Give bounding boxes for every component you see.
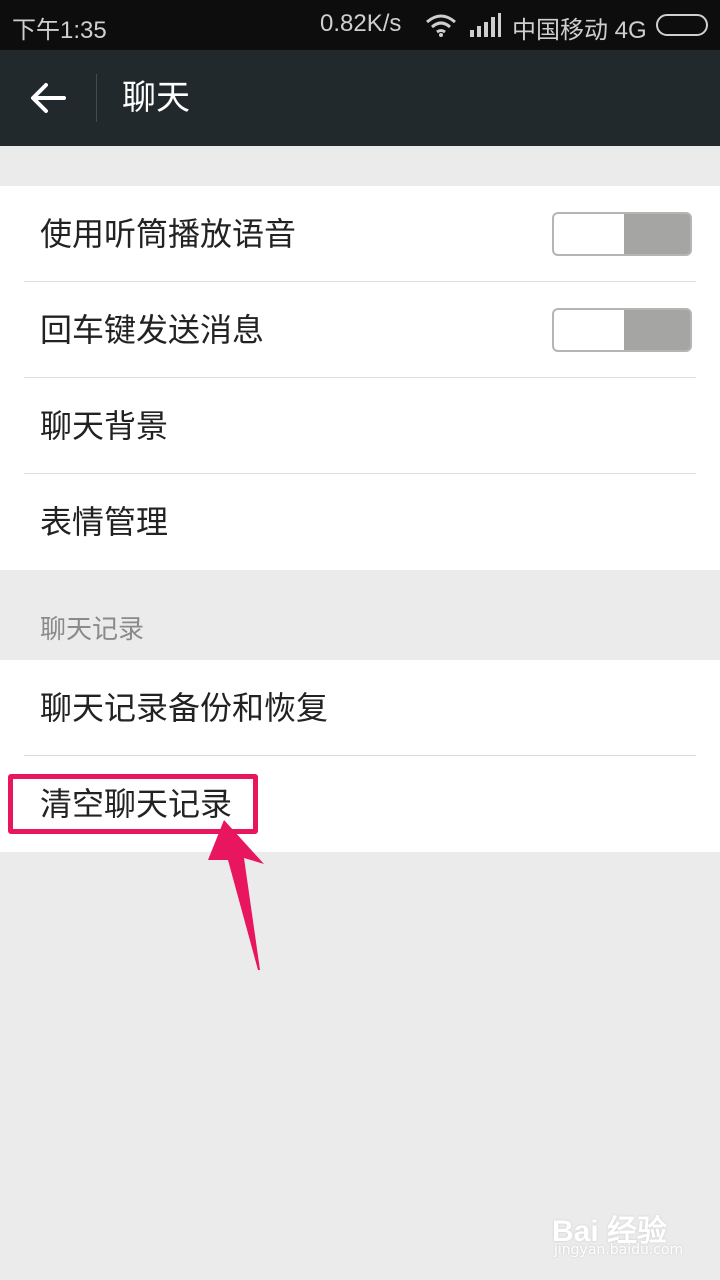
pointer-arrow-icon: [208, 820, 264, 970]
setting-earpiece-voice[interactable]: 使用听筒播放语音: [0, 186, 720, 282]
setting-enter-to-send[interactable]: 回车键发送消息: [0, 282, 720, 378]
network-speed: 0.82K/s: [320, 10, 402, 37]
watermark-url: jingyan.baidu.com: [554, 1242, 684, 1258]
action-bar-divider: [96, 74, 97, 122]
toggle-knob: [554, 214, 624, 254]
setting-label: 聊天记录备份和恢复: [40, 689, 329, 727]
carrier-label: 中国移动 4G: [512, 17, 647, 44]
earpiece-toggle[interactable]: [552, 212, 692, 256]
watermark: Bai 经验 jingyan.baidu.com: [552, 1206, 702, 1266]
action-bar: 聊天: [0, 50, 720, 146]
setting-sticker-management[interactable]: 表情管理: [0, 474, 720, 570]
back-button[interactable]: [14, 64, 82, 132]
setting-label: 聊天背景: [40, 407, 169, 445]
setting-backup-restore[interactable]: 聊天记录备份和恢复: [0, 660, 720, 756]
setting-label: 使用听筒播放语音: [40, 215, 297, 253]
setting-label: 回车键发送消息: [40, 311, 265, 349]
status-bar: 下午1:35 0.82K/s 中国移动 4G: [0, 0, 720, 50]
arrow-left-icon: [31, 83, 66, 113]
status-time: 下午1:35: [12, 17, 107, 44]
toggle-knob: [554, 310, 624, 350]
setting-chat-background[interactable]: 聊天背景: [0, 378, 720, 474]
enter-send-toggle[interactable]: [552, 308, 692, 352]
page-title: 聊天: [122, 78, 190, 118]
wifi-icon: [426, 14, 456, 37]
setting-label: 表情管理: [40, 503, 169, 541]
settings-group-general: 使用听筒播放语音 回车键发送消息 聊天背景 表情管理: [0, 186, 720, 570]
section-header-chat-history: 聊天记录: [40, 615, 145, 645]
battery-icon: [656, 14, 708, 36]
signal-icon: [470, 13, 501, 37]
